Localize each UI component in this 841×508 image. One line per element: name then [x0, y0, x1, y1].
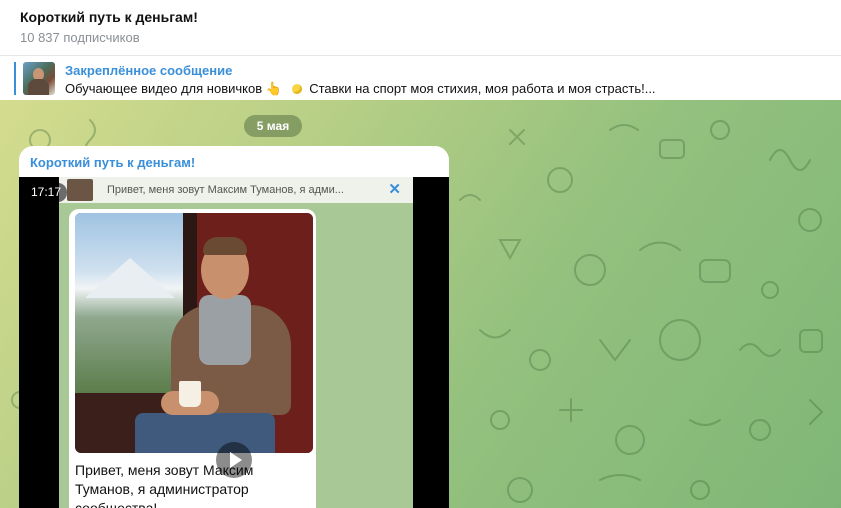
- video-post-photo: [75, 213, 313, 453]
- yellow-circle-icon: [291, 84, 302, 94]
- subscriber-count: 10 837 подписчиков: [20, 30, 140, 45]
- video-post-card: Привет, меня зовут Максим Туманов, я адм…: [69, 209, 316, 508]
- close-icon: ✕: [388, 181, 401, 198]
- play-button[interactable]: [216, 442, 252, 478]
- video-reply-strip: Привет, меня зовут Максим Туманов, я адм…: [59, 177, 413, 203]
- video-reply-thumbnail: [67, 179, 93, 201]
- message-author[interactable]: Короткий путь к деньгам!: [30, 155, 195, 170]
- pinned-text: Обучающее видео для новичков 👆 Ставки на…: [65, 81, 656, 97]
- message-bubble[interactable]: Короткий путь к деньгам! Привет, меня зо…: [19, 146, 449, 508]
- pinned-text-after: Ставки на спорт моя стихия, моя работа и…: [309, 81, 656, 96]
- channel-header[interactable]: Короткий путь к деньгам! 10 837 подписчи…: [0, 0, 841, 54]
- video-reply-text: Привет, меня зовут Максим Туманов, я адм…: [107, 184, 344, 196]
- pinned-text-before: Обучающее видео для новичков: [65, 81, 263, 96]
- pinned-thumbnail: [23, 62, 55, 95]
- pointing-up-icon: 👆: [265, 81, 282, 96]
- pinned-accent-bar: [14, 62, 16, 95]
- chat-area[interactable]: 5 мая Короткий путь к деньгам! Привет, м…: [0, 100, 841, 508]
- channel-title[interactable]: Короткий путь к деньгам!: [20, 9, 198, 25]
- play-icon: [230, 452, 242, 468]
- video-duration: 17:17: [25, 183, 68, 202]
- date-separator: 5 мая: [244, 115, 302, 137]
- pinned-label: Закреплённое сообщение: [65, 63, 233, 78]
- video-post-text: Привет, меня зовут Максим Туманов, я адм…: [75, 462, 254, 508]
- video-attachment[interactable]: Привет, меня зовут Максим Туманов, я адм…: [19, 177, 449, 508]
- pinned-message-bar[interactable]: Закреплённое сообщение Обучающее видео д…: [0, 55, 841, 101]
